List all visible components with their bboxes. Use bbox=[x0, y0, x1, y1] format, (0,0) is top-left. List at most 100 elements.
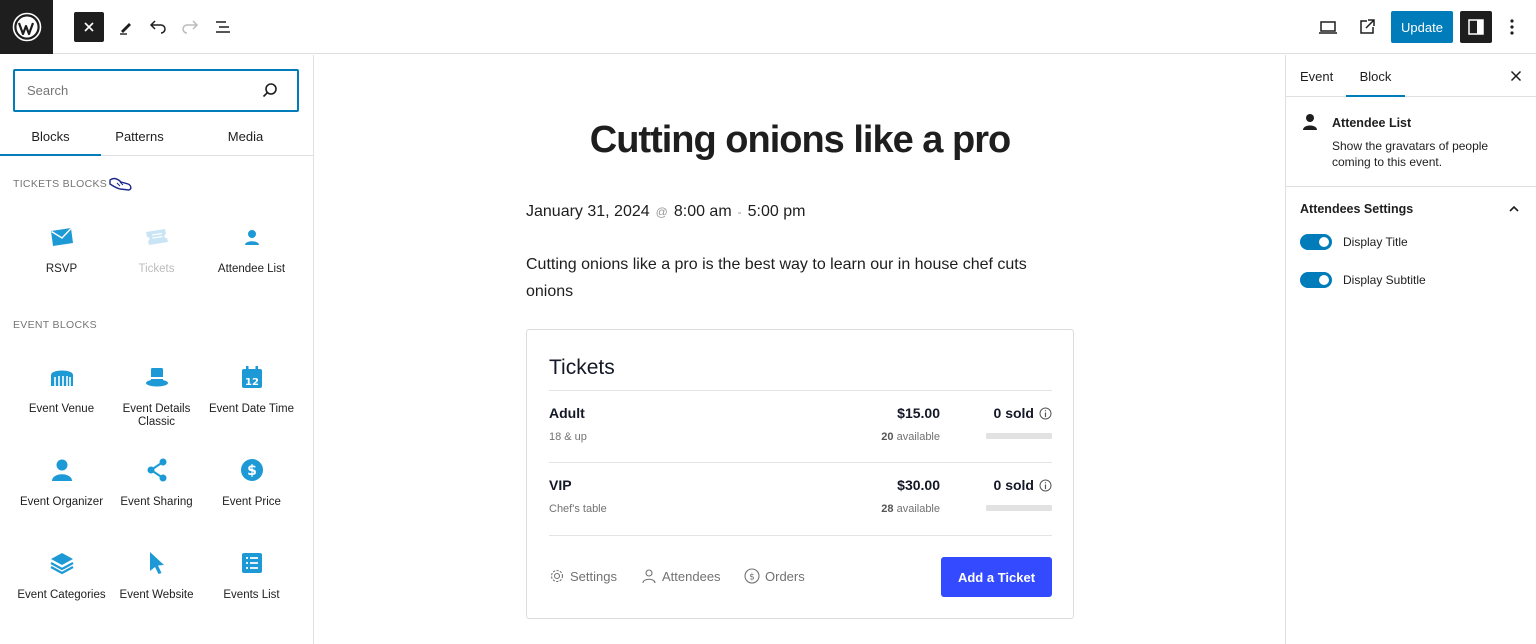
dollar-circle-icon: $ bbox=[744, 568, 760, 584]
svg-text:12: 12 bbox=[245, 377, 259, 388]
redo-button[interactable] bbox=[175, 11, 205, 43]
block-event-date-time[interactable]: 12 Event Date Time bbox=[204, 364, 299, 416]
options-menu-button[interactable] bbox=[1497, 11, 1527, 43]
block-event-details-classic[interactable]: Event Details Classic bbox=[109, 364, 204, 429]
info-icon bbox=[1039, 479, 1052, 491]
tickets-orders-link[interactable]: $ Orders bbox=[744, 568, 805, 584]
sidebar-panel-icon bbox=[1468, 19, 1484, 35]
share-icon bbox=[109, 457, 204, 483]
preview-button[interactable] bbox=[1313, 11, 1343, 43]
tickets-heading: Tickets bbox=[549, 356, 615, 379]
event-end-time: 5:00 pm bbox=[747, 203, 806, 220]
block-event-categories[interactable]: Event Categories bbox=[14, 550, 109, 602]
settings-panel-toggle[interactable] bbox=[1460, 11, 1492, 43]
block-event-price[interactable]: $ Event Price bbox=[204, 457, 299, 509]
ticket-price: $15.00 bbox=[897, 405, 940, 421]
event-datetime[interactable]: January 31, 2024 @8:00 am -5:00 pm bbox=[526, 203, 805, 221]
chevron-up-icon[interactable] bbox=[1508, 202, 1520, 220]
person-icon bbox=[204, 224, 299, 250]
post-title[interactable]: Cutting onions like a pro bbox=[315, 119, 1285, 162]
top-hat-icon bbox=[109, 364, 204, 390]
settings-sidebar: Event Block Attendee List Show the grava… bbox=[1285, 55, 1536, 644]
svg-text:$: $ bbox=[247, 463, 257, 479]
block-label: Event Details Classic bbox=[122, 403, 191, 428]
ticket-price: $30.00 bbox=[897, 477, 940, 493]
display-title-toggle[interactable] bbox=[1300, 234, 1332, 250]
block-label: Event Organizer bbox=[19, 496, 104, 508]
document-overview-button[interactable] bbox=[208, 11, 238, 43]
display-subtitle-toggle[interactable] bbox=[1300, 272, 1332, 288]
venue-icon bbox=[14, 364, 109, 390]
block-card: Attendee List Show the gravatars of peop… bbox=[1286, 97, 1536, 187]
event-start-time: 8:00 am bbox=[673, 203, 732, 220]
organizer-icon bbox=[14, 457, 109, 483]
ticket-availability: 28 available bbox=[881, 503, 940, 515]
close-icon bbox=[1510, 70, 1522, 82]
edit-tool-button[interactable] bbox=[111, 11, 141, 43]
tab-event[interactable]: Event bbox=[1300, 55, 1333, 97]
hand-cursor-icon bbox=[108, 174, 134, 199]
calendar-icon: 12 bbox=[204, 364, 299, 390]
close-sidebar-button[interactable] bbox=[1507, 67, 1525, 85]
post-description[interactable]: Cutting onions like a pro is the best wa… bbox=[526, 251, 1066, 305]
sold-count: 0 sold bbox=[993, 477, 1034, 493]
tickets-attendees-link[interactable]: Attendees bbox=[641, 568, 721, 584]
external-link-icon bbox=[1360, 19, 1375, 34]
block-label: Event Price bbox=[222, 496, 281, 508]
update-button[interactable]: Update bbox=[1391, 11, 1453, 43]
block-label: RSVP bbox=[45, 263, 78, 275]
orders-label: Orders bbox=[765, 568, 805, 584]
sold-count: 0 sold bbox=[993, 405, 1034, 421]
desktop-icon bbox=[1319, 21, 1337, 34]
block-events-list[interactable]: Events List bbox=[204, 550, 299, 602]
close-icon bbox=[84, 22, 94, 32]
wordpress-logo-icon[interactable] bbox=[0, 0, 53, 54]
block-label: Tickets bbox=[138, 263, 175, 275]
display-subtitle-toggle-row[interactable]: Display Subtitle bbox=[1300, 272, 1426, 288]
block-label: Event Categories bbox=[17, 589, 106, 601]
block-label: Attendee List bbox=[217, 263, 286, 275]
block-event-organizer[interactable]: Event Organizer bbox=[14, 457, 109, 509]
block-tickets[interactable]: Tickets bbox=[109, 224, 204, 276]
sidebar-tabs: Event Block bbox=[1286, 55, 1536, 97]
tab-patterns[interactable]: Patterns bbox=[101, 117, 178, 156]
tickets-settings-link[interactable]: Settings bbox=[549, 568, 617, 584]
undo-button[interactable] bbox=[143, 11, 173, 43]
sold-progress-bar bbox=[986, 505, 1052, 511]
view-post-button[interactable] bbox=[1352, 11, 1382, 43]
gear-icon bbox=[550, 569, 564, 583]
event-date: January 31, 2024 bbox=[526, 203, 650, 220]
available-count: 28 bbox=[881, 503, 894, 515]
block-card-title: Attendee List bbox=[1332, 116, 1412, 130]
ticket-description: Chef's table bbox=[549, 503, 607, 515]
block-rsvp[interactable]: RSVP bbox=[14, 224, 109, 276]
inserter-search[interactable] bbox=[13, 69, 299, 112]
tickets-blocks-heading: TICKETS BLOCKS bbox=[13, 178, 108, 190]
block-attendee-list[interactable]: Attendee List bbox=[204, 224, 299, 276]
ticket-row[interactable]: VIP Chef's table $30.00 28 available 0 s… bbox=[549, 462, 1052, 535]
dollar-coin-icon: $ bbox=[204, 457, 299, 483]
info-icon bbox=[1039, 407, 1052, 419]
tickets-block[interactable]: Tickets Adult 18 & up $15.00 20 availabl… bbox=[526, 329, 1074, 619]
redo-icon bbox=[182, 20, 199, 34]
available-label: available bbox=[896, 431, 940, 443]
tickets-divider bbox=[549, 535, 1052, 536]
tab-block[interactable]: Block bbox=[1346, 55, 1405, 97]
search-input[interactable] bbox=[15, 71, 255, 110]
attendees-settings-heading[interactable]: Attendees Settings bbox=[1300, 202, 1413, 216]
svg-text:$: $ bbox=[749, 573, 755, 583]
available-count: 20 bbox=[881, 431, 894, 443]
block-event-sharing[interactable]: Event Sharing bbox=[109, 457, 204, 509]
display-title-toggle-row[interactable]: Display Title bbox=[1300, 234, 1408, 250]
block-event-venue[interactable]: Event Venue bbox=[14, 364, 109, 416]
ticket-icon bbox=[109, 224, 204, 250]
ticket-sold: 0 sold bbox=[994, 405, 1052, 421]
ticket-row[interactable]: Adult 18 & up $15.00 20 available 0 sold bbox=[549, 390, 1052, 463]
tab-blocks[interactable]: Blocks bbox=[0, 117, 101, 156]
close-inserter-button[interactable] bbox=[74, 12, 104, 42]
available-label: available bbox=[896, 503, 940, 515]
tab-media[interactable]: Media bbox=[178, 117, 313, 156]
add-ticket-button[interactable]: Add a Ticket bbox=[941, 557, 1052, 597]
block-label: Event Date Time bbox=[208, 403, 294, 415]
block-event-website[interactable]: Event Website bbox=[109, 550, 204, 602]
